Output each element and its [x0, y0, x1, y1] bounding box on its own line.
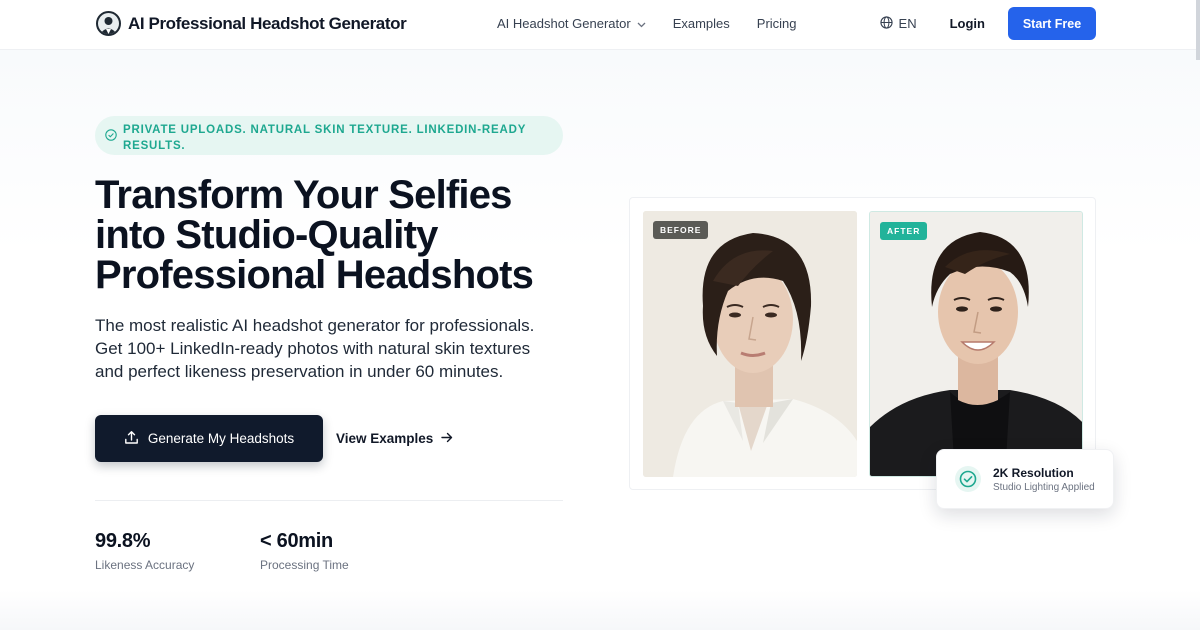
nav-item-label: Examples: [672, 16, 730, 31]
footer-fade: [0, 590, 1200, 630]
nav-item-label: AI Headshot Generator: [497, 16, 631, 31]
nav-item-ai-headshot-generator[interactable]: AI Headshot Generator: [497, 16, 646, 31]
trust-badge: PRIVATE UPLOADS. NATURAL SKIN TEXTURE. L…: [95, 116, 563, 155]
generate-headshots-label: Generate My Headshots: [147, 431, 295, 446]
main-nav: AI Headshot Generator Examples Pricing: [497, 16, 824, 31]
hero-title: Transform Your Selfies into Studio-Quali…: [95, 175, 575, 295]
hero-subtitle: The most realistic AI headshot generator…: [95, 314, 565, 383]
view-examples-link[interactable]: View Examples: [336, 431, 453, 446]
stats-divider: [95, 500, 563, 501]
view-examples-label: View Examples: [336, 431, 434, 446]
nav-item-label: Pricing: [756, 16, 797, 31]
nav-actions: EN Login Start Free: [879, 7, 1096, 40]
cta-row: Generate My Headshots View Examples: [95, 415, 453, 462]
scrollbar[interactable]: [1196, 0, 1200, 60]
globe-icon: [879, 15, 899, 32]
resolution-feature-subtitle: Studio Lighting Applied: [993, 481, 1095, 493]
language-selector[interactable]: EN: [879, 15, 917, 32]
arrow-right-icon: [433, 431, 453, 446]
stat-value: 99.8%: [95, 530, 151, 552]
resolution-feature-card: 2K Resolution Studio Lighting Applied: [936, 449, 1114, 509]
resolution-feature-title: 2K Resolution: [993, 465, 1074, 480]
brand-name: AI Professional Headshot Generator: [128, 13, 407, 33]
stat-label: Likeness Accuracy: [95, 558, 195, 572]
check-circle-icon: [955, 466, 981, 492]
hero-title-line: Professional Headshots: [95, 253, 534, 297]
after-photo: AFTER: [869, 211, 1083, 477]
stat-value: < 60min: [260, 530, 333, 552]
hero-title-line: Transform Your Selfies: [95, 173, 512, 217]
nav-item-examples[interactable]: Examples: [673, 16, 730, 31]
top-navbar: AI Professional Headshot Generator AI He…: [0, 0, 1200, 50]
trust-badge-text: PRIVATE UPLOADS. NATURAL SKIN TEXTURE. L…: [123, 122, 526, 154]
hero-subtitle-line: and perfect likeness preservation in und…: [95, 362, 504, 381]
language-label: EN: [898, 16, 917, 31]
chevron-down-icon: [637, 16, 646, 31]
brand[interactable]: AI Professional Headshot Generator: [96, 11, 407, 36]
check-circle-icon: [105, 128, 117, 146]
generate-headshots-button[interactable]: Generate My Headshots: [95, 415, 323, 462]
after-tag: AFTER: [880, 222, 928, 240]
upload-icon: [124, 430, 148, 448]
trust-badge-line: PRIVATE UPLOADS. NATURAL SKIN TEXTURE. L…: [123, 124, 527, 136]
stat-label: Processing Time: [260, 558, 349, 572]
before-tag: BEFORE: [653, 221, 709, 239]
stat-likeness: 99.8% Likeness Accuracy: [95, 530, 194, 572]
hero-subtitle-line: Get 100+ LinkedIn-ready photos with natu…: [95, 339, 531, 358]
resolution-feature-text: 2K Resolution Studio Lighting Applied: [993, 466, 1095, 493]
before-photo: BEFORE: [643, 211, 857, 477]
start-free-button[interactable]: Start Free: [1008, 7, 1096, 40]
nav-item-pricing[interactable]: Pricing: [757, 16, 797, 31]
hero-subtitle-line: The most realistic AI headshot generator…: [95, 316, 535, 335]
stat-processing-time: < 60min Processing Time: [260, 530, 349, 572]
login-link[interactable]: Login: [950, 16, 985, 31]
headshot-logo-icon: [96, 11, 121, 36]
before-after-card: BEFORE AFTER: [629, 197, 1096, 490]
hero-title-line: into Studio-Quality: [95, 213, 438, 257]
trust-badge-line: RESULTS.: [123, 140, 186, 152]
